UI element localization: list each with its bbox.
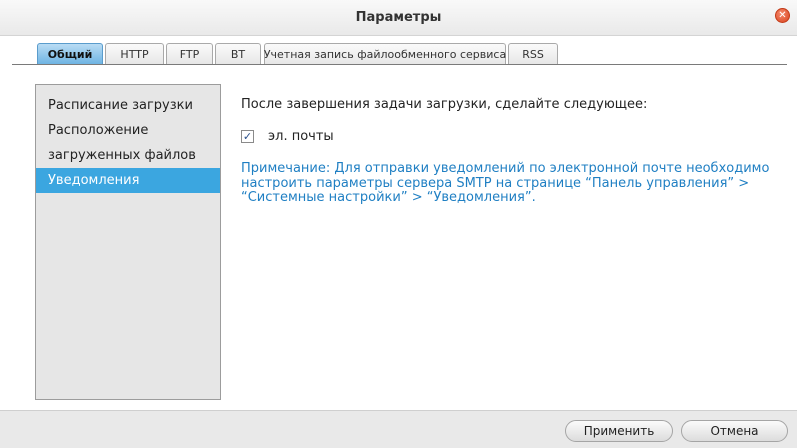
tab-file-sharing-account[interactable]: Учетная запись файлообменного сервиса: [264, 43, 506, 65]
window-title: Параметры: [355, 10, 442, 25]
tab-http[interactable]: HTTP: [105, 43, 164, 65]
close-icon[interactable]: ✕: [775, 8, 790, 23]
section-heading: После завершения задачи загрузки, сделай…: [241, 97, 648, 112]
note-line: “Системные настройки” > “Уведомления”.: [241, 190, 536, 205]
tab-bt[interactable]: BT: [215, 43, 261, 65]
tabbar-divider: [12, 64, 787, 65]
window-titlebar: Параметры ✕: [0, 0, 797, 36]
email-checkbox[interactable]: ✓: [241, 130, 254, 143]
sidebar-item-download-schedule[interactable]: Расписание загрузки: [36, 93, 220, 118]
cancel-button[interactable]: Отмена: [681, 420, 788, 442]
email-checkbox-label[interactable]: эл. почты: [268, 129, 334, 144]
note-line: настроить параметры сервера SMTP на стра…: [241, 175, 750, 191]
smtp-note: Примечание: Для отправки уведомлений по …: [241, 161, 781, 206]
tab-ftp[interactable]: FTP: [166, 43, 213, 65]
sidebar-item-file-location[interactable]: Расположение: [36, 118, 220, 143]
sidebar-item-notifications[interactable]: Уведомления: [36, 168, 220, 193]
settings-sidebar: Расписание загрузки Расположение загруже…: [35, 84, 221, 400]
apply-button[interactable]: Применить: [565, 420, 673, 442]
sidebar-item-file-location-cont[interactable]: загруженных файлов: [36, 143, 220, 168]
note-line: Примечание: Для отправки уведомлений по …: [241, 161, 770, 176]
tab-rss[interactable]: RSS: [508, 43, 558, 65]
dialog-footer: Применить Отмена: [0, 410, 797, 448]
tab-general[interactable]: Общий: [37, 43, 103, 65]
